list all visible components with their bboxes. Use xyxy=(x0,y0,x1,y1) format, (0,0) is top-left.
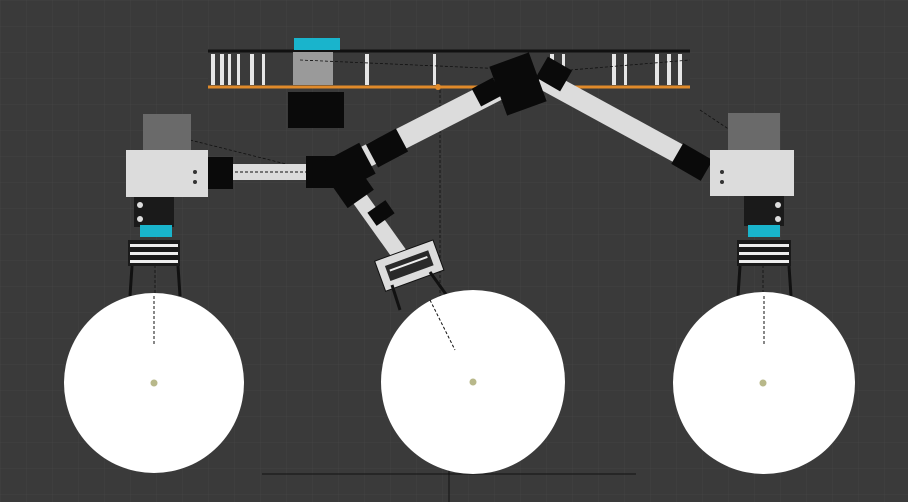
3d-viewport[interactable] xyxy=(0,0,908,502)
middle-wheel[interactable] xyxy=(381,290,565,474)
battery-box xyxy=(293,52,333,85)
left-wheel[interactable] xyxy=(64,293,244,473)
right-wheel-hub xyxy=(759,379,767,387)
middle-wheel-hub xyxy=(469,378,477,386)
cyan-module xyxy=(294,38,340,50)
left-wheel-hub xyxy=(150,379,158,387)
right-wheel[interactable] xyxy=(673,292,855,474)
